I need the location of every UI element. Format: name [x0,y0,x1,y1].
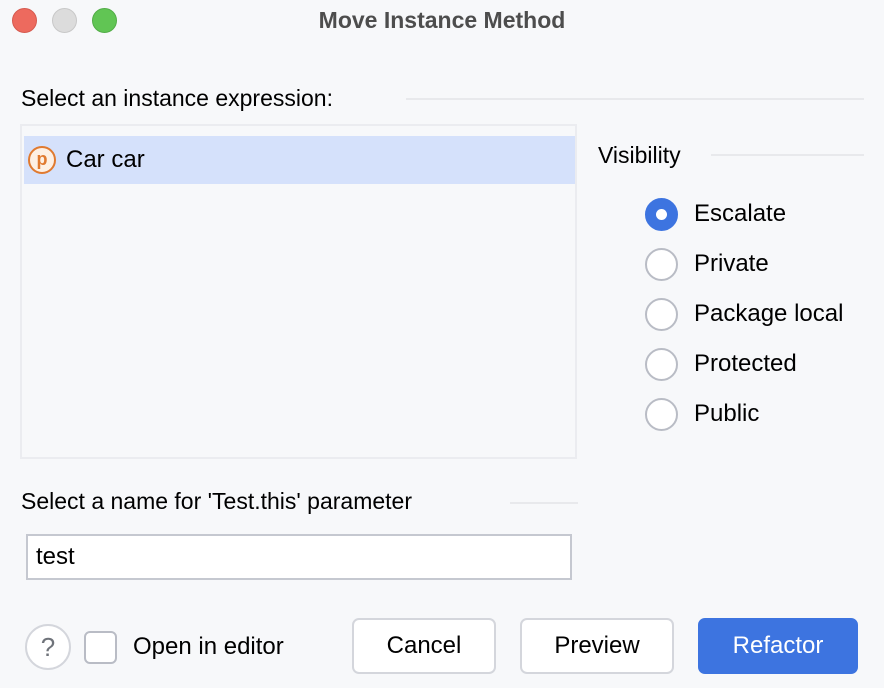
radio-dot-icon [656,208,667,220]
instance-section-label: Select an instance expression: [21,85,333,111]
radio-label: Protected [694,350,797,377]
list-item[interactable]: p Car car [24,136,575,184]
radio-button[interactable] [645,247,678,281]
help-button[interactable]: ? [25,624,71,670]
radio-button[interactable] [645,397,678,431]
cancel-button[interactable]: Cancel [352,618,496,674]
open-in-editor-checkbox[interactable] [84,631,117,664]
open-in-editor-label[interactable]: Open in editor [133,633,284,661]
dialog-title: Move Instance Method [318,7,566,33]
parameter-section-separator [510,502,578,504]
radio-package-local[interactable]: Package local [645,296,843,332]
radio-escalate[interactable]: Escalate [645,196,843,232]
instance-expression-list[interactable]: p Car car [20,124,577,459]
radio-label: Escalate [694,200,787,227]
refactor-button[interactable]: Refactor [698,618,858,674]
parameter-icon: p [28,146,56,174]
instance-section-separator [406,98,864,100]
radio-protected[interactable]: Protected [645,346,843,382]
visibility-radio-group: Escalate Private Package local Protected… [645,196,843,432]
radio-button[interactable] [645,347,678,381]
radio-label: Public [694,400,760,427]
radio-button-checked[interactable] [645,197,678,231]
parameter-name-label: Select a name for 'Test.this' parameter [21,488,413,514]
radio-label: Private [694,250,769,277]
visibility-separator [711,154,864,156]
visibility-label: Visibility [598,142,681,168]
radio-button[interactable] [645,297,678,331]
preview-button[interactable]: Preview [520,618,674,674]
radio-private[interactable]: Private [645,246,843,282]
list-item-label: Car car [66,146,145,173]
radio-label: Package local [694,300,844,327]
parameter-name-input[interactable] [26,534,572,580]
question-mark-icon: ? [40,631,56,662]
radio-public[interactable]: Public [645,396,843,432]
